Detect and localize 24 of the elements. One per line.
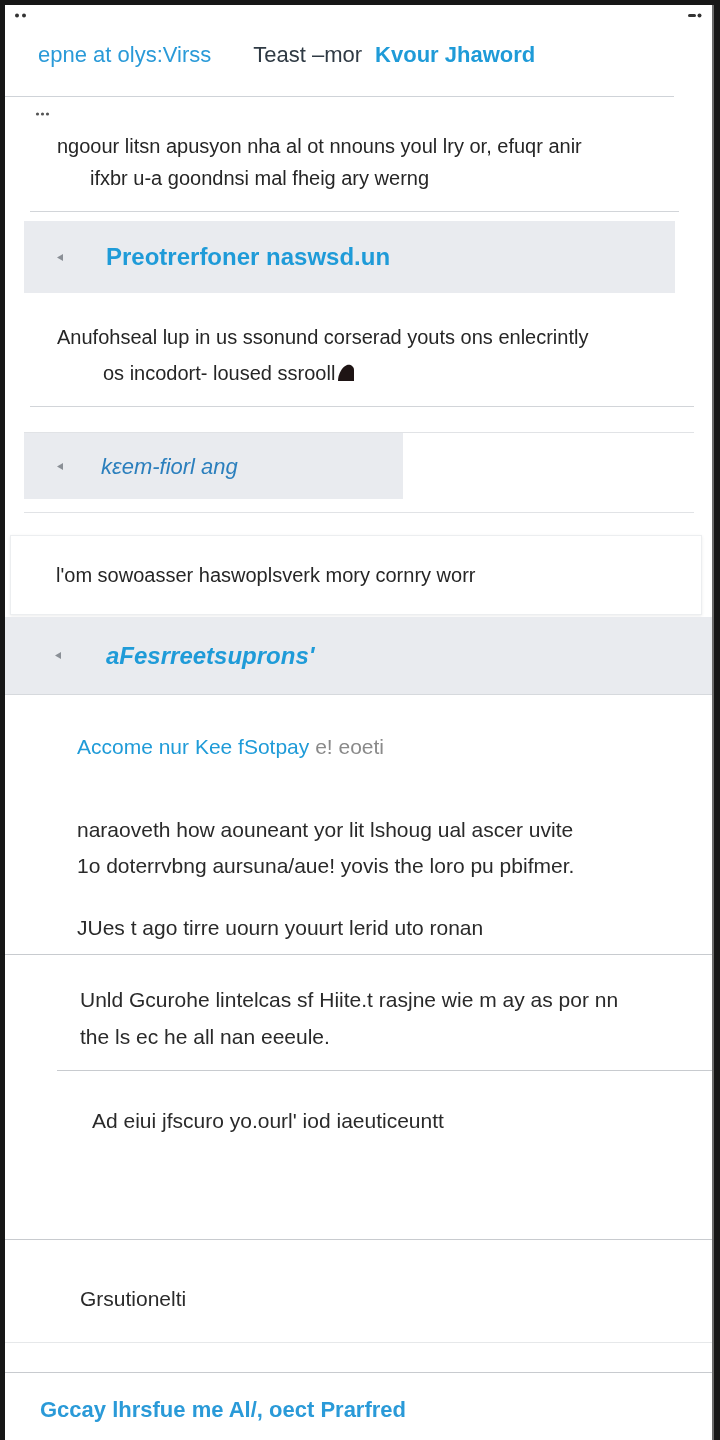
lead-link[interactable]: Accome nur Kee fSotpay bbox=[77, 735, 310, 758]
info-card: l'om sowoasser haswoplsverk mory cornry worr bbox=[10, 535, 702, 615]
paragraph-text: naraoveth how aounеant yor lit lshoug ual ascer uvite 1o doterrvbng aursuna/aue! yovis the loro pu pbifmer. bbox=[77, 817, 575, 879]
paragraph-text: JUes t ago tirre uourn youurt lerid uto ronan bbox=[77, 915, 484, 941]
text-line: Anufohseal lup in us ssonund corserad youts ons enlecrintly bbox=[57, 326, 589, 348]
dots-icon bbox=[14, 12, 28, 18]
dots-icon bbox=[688, 12, 702, 18]
paragraph-text: Unld Gcurohe lintelcas sf Hiite.t rasjne wie m ay as por nn the ls ec he all nan eeeule. bbox=[80, 987, 619, 1050]
nav-label: Teast –mor bbox=[253, 40, 363, 69]
caret-icon bbox=[55, 652, 61, 659]
paragraph-text: Ad eiui jfscuro yo.ourl' iod iaeuticeuntt bbox=[92, 1108, 444, 1134]
text-line: ifxbr u-a goondnsi mal fheig ary werng bbox=[90, 167, 430, 189]
accordion-header[interactable]: Preotrerfoner naswsd.un bbox=[24, 221, 675, 293]
lead-text: Accome nur Kee fSotpay e! eoeti bbox=[77, 734, 385, 760]
caret-icon bbox=[57, 462, 63, 470]
accordion-header[interactable]: aFesrreetsuprons' bbox=[5, 617, 712, 695]
caret-icon bbox=[57, 253, 63, 261]
paragraph-text: Grsutionelti bbox=[80, 1286, 187, 1312]
footer-link[interactable]: Gccay lhrsfue me Al/, oect Prarfred bbox=[40, 1397, 406, 1422]
accordion-header[interactable]: kεem-fiorl ang bbox=[24, 433, 403, 499]
nav-link[interactable]: Kvour Jhaword bbox=[375, 39, 536, 70]
nav-link[interactable]: epne at olys:Virss bbox=[38, 39, 212, 70]
text-line: ngoour litsn apusyon nha al ot nnouns youl lry or, efuqr anir bbox=[57, 135, 582, 157]
text-line: os incodort- loused ssrooll bbox=[103, 362, 336, 384]
